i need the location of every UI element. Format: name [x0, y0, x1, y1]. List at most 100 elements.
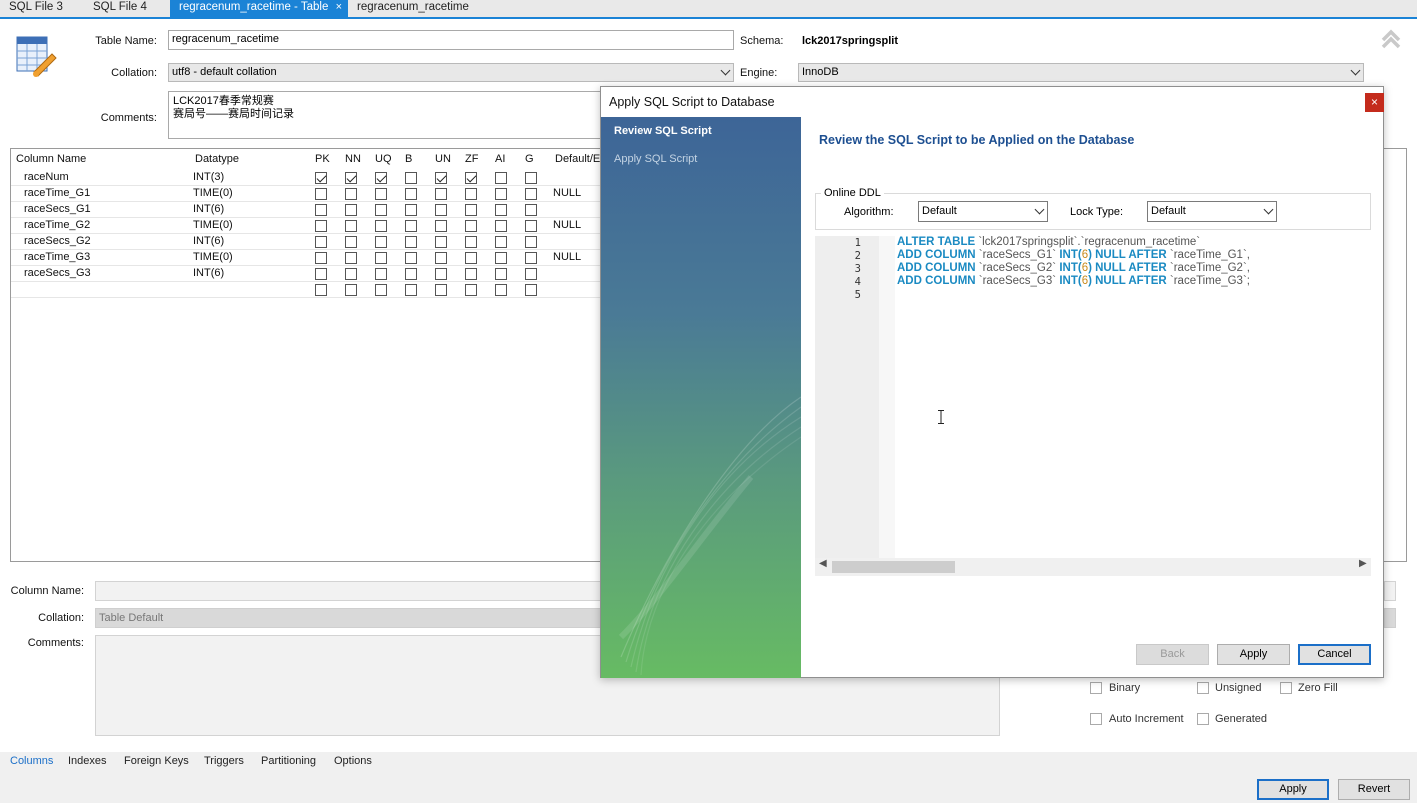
- flag-checkbox[interactable]: [465, 268, 477, 280]
- flag-checkbox[interactable]: [465, 236, 477, 248]
- flag-checkbox[interactable]: [495, 284, 507, 296]
- grid-header-cell[interactable]: ZF: [465, 153, 478, 165]
- flag-checkbox[interactable]: [375, 204, 387, 216]
- datatype-cell[interactable]: INT(6): [193, 235, 224, 247]
- algorithm-select[interactable]: Default: [918, 201, 1048, 222]
- close-icon[interactable]: ×: [1365, 93, 1384, 112]
- flag-checkbox[interactable]: [435, 236, 447, 248]
- datatype-cell[interactable]: TIME(0): [193, 187, 233, 199]
- flag-checkbox[interactable]: [465, 204, 477, 216]
- flag-checkbox[interactable]: [405, 204, 417, 216]
- column-name-input[interactable]: [95, 581, 605, 601]
- flag-checkbox[interactable]: [375, 252, 387, 264]
- grid-header-cell[interactable]: Datatype: [195, 153, 239, 165]
- revert-button[interactable]: Revert: [1338, 779, 1410, 800]
- collation-select[interactable]: utf8 - default collation: [168, 63, 734, 82]
- apply-button[interactable]: Apply: [1257, 779, 1329, 800]
- flag-checkbox[interactable]: [315, 268, 327, 280]
- binary-checkbox[interactable]: [1090, 682, 1102, 694]
- flag-checkbox[interactable]: [495, 252, 507, 264]
- flag-checkbox[interactable]: [345, 188, 357, 200]
- cancel-button[interactable]: Cancel: [1298, 644, 1371, 665]
- flag-checkbox[interactable]: [375, 268, 387, 280]
- collapse-icon[interactable]: [1380, 28, 1402, 50]
- tab-partitioning[interactable]: Partitioning: [261, 755, 316, 767]
- flag-checkbox[interactable]: [435, 188, 447, 200]
- flag-checkbox[interactable]: [345, 284, 357, 296]
- flag-checkbox[interactable]: [345, 252, 357, 264]
- flag-checkbox[interactable]: [405, 236, 417, 248]
- flag-checkbox[interactable]: [465, 188, 477, 200]
- flag-checkbox[interactable]: [405, 268, 417, 280]
- default-cell[interactable]: NULL: [553, 219, 581, 231]
- table-name-input[interactable]: regracenum_racetime: [168, 30, 734, 50]
- flag-checkbox[interactable]: [345, 220, 357, 232]
- flag-checkbox[interactable]: [465, 284, 477, 296]
- flag-checkbox[interactable]: [315, 204, 327, 216]
- tab-columns[interactable]: Columns: [10, 755, 53, 767]
- flag-checkbox[interactable]: [435, 252, 447, 264]
- column-name-cell[interactable]: raceSecs_G2: [24, 235, 91, 247]
- tab-sql-file-4[interactable]: SQL File 4: [84, 0, 170, 17]
- flag-checkbox[interactable]: [525, 236, 537, 248]
- flag-checkbox[interactable]: [495, 236, 507, 248]
- grid-header-cell[interactable]: Default/E: [555, 153, 600, 165]
- flag-checkbox[interactable]: [525, 220, 537, 232]
- generated-checkbox[interactable]: [1197, 713, 1209, 725]
- flag-checkbox[interactable]: [405, 188, 417, 200]
- column-name-cell[interactable]: raceSecs_G3: [24, 267, 91, 279]
- grid-header-cell[interactable]: NN: [345, 153, 361, 165]
- tab-triggers[interactable]: Triggers: [204, 755, 244, 767]
- flag-checkbox[interactable]: [495, 172, 507, 184]
- flag-checkbox[interactable]: [495, 268, 507, 280]
- back-button[interactable]: Back: [1136, 644, 1209, 665]
- flag-checkbox[interactable]: [435, 172, 447, 184]
- unsigned-checkbox[interactable]: [1197, 682, 1209, 694]
- scroll-right-icon[interactable]: ▶: [1359, 558, 1367, 569]
- column-name-cell[interactable]: raceTime_G3: [24, 251, 90, 263]
- column-name-cell[interactable]: raceTime_G1: [24, 187, 90, 199]
- flag-checkbox[interactable]: [375, 220, 387, 232]
- dialog-apply-button[interactable]: Apply: [1217, 644, 1290, 665]
- flag-checkbox[interactable]: [465, 220, 477, 232]
- flag-checkbox[interactable]: [375, 236, 387, 248]
- datatype-cell[interactable]: INT(3): [193, 171, 224, 183]
- datatype-cell[interactable]: INT(6): [193, 267, 224, 279]
- flag-checkbox[interactable]: [345, 268, 357, 280]
- datatype-cell[interactable]: TIME(0): [193, 219, 233, 231]
- column-name-cell[interactable]: raceTime_G2: [24, 219, 90, 231]
- column-name-cell[interactable]: raceSecs_G1: [24, 203, 91, 215]
- flag-checkbox[interactable]: [525, 252, 537, 264]
- column-name-cell[interactable]: raceNum: [24, 171, 69, 183]
- flag-checkbox[interactable]: [495, 204, 507, 216]
- flag-checkbox[interactable]: [495, 188, 507, 200]
- datatype-cell[interactable]: TIME(0): [193, 251, 233, 263]
- flag-checkbox[interactable]: [405, 252, 417, 264]
- grid-header-cell[interactable]: G: [525, 153, 534, 165]
- auto-increment-checkbox[interactable]: [1090, 713, 1102, 725]
- flag-checkbox[interactable]: [315, 188, 327, 200]
- grid-header-cell[interactable]: UN: [435, 153, 451, 165]
- grid-header-cell[interactable]: B: [405, 153, 412, 165]
- scroll-left-icon[interactable]: ◀: [819, 558, 827, 569]
- grid-header-cell[interactable]: UQ: [375, 153, 392, 165]
- zero-fill-checkbox[interactable]: [1280, 682, 1292, 694]
- flag-checkbox[interactable]: [375, 172, 387, 184]
- flag-checkbox[interactable]: [525, 204, 537, 216]
- flag-checkbox[interactable]: [495, 220, 507, 232]
- flag-checkbox[interactable]: [465, 252, 477, 264]
- horizontal-scrollbar[interactable]: ◀ ▶: [815, 558, 1371, 576]
- flag-checkbox[interactable]: [315, 220, 327, 232]
- tab-table-result[interactable]: regracenum_racetime: [348, 0, 488, 17]
- flag-checkbox[interactable]: [375, 284, 387, 296]
- tab-options[interactable]: Options: [334, 755, 372, 767]
- grid-header-cell[interactable]: AI: [495, 153, 505, 165]
- flag-checkbox[interactable]: [525, 172, 537, 184]
- flag-checkbox[interactable]: [525, 188, 537, 200]
- flag-checkbox[interactable]: [435, 204, 447, 216]
- flag-checkbox[interactable]: [435, 284, 447, 296]
- flag-checkbox[interactable]: [525, 268, 537, 280]
- flag-checkbox[interactable]: [405, 220, 417, 232]
- flag-checkbox[interactable]: [315, 172, 327, 184]
- flag-checkbox[interactable]: [345, 204, 357, 216]
